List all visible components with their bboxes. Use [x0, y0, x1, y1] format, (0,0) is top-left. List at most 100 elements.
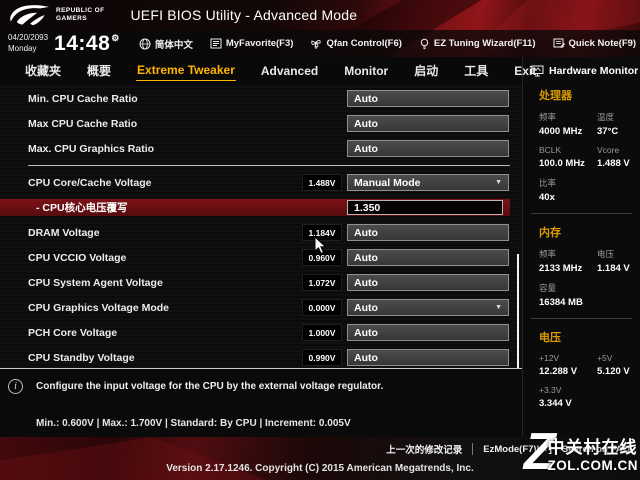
setting-value-box[interactable]: Auto	[347, 249, 509, 266]
monitor-field: +12V12.288 V	[539, 353, 597, 377]
title-bar: REPUBLIC OF GAMERS UEFI BIOS Utility - A…	[0, 0, 640, 30]
time-display[interactable]: 14:48⚙	[54, 32, 120, 56]
setting-label: PCH Core Voltage	[0, 327, 117, 339]
monitor-field: +5V5.120 V	[597, 353, 640, 377]
setting-row-cpu-system-agent-voltage[interactable]: CPU System Agent Voltage 1.072V Auto	[0, 274, 522, 291]
tab-tool[interactable]: 工具	[463, 59, 489, 82]
setting-dropdown[interactable]: Manual Mode▼	[347, 174, 509, 191]
qfan-icon	[310, 38, 322, 50]
setting-label: CPU Graphics Voltage Mode	[0, 302, 169, 314]
last-modified-link[interactable]: 上一次的修改记录	[386, 442, 462, 456]
voltage-override-input[interactable]: 1.350	[347, 200, 503, 215]
voltage-reading: 1.072V	[302, 274, 342, 291]
voltage-reading: 0.000V	[302, 299, 342, 316]
setting-label: CPU Core/Cache Voltage	[0, 177, 152, 189]
watermark-name: 中关村在线	[548, 433, 639, 458]
zol-watermark: Z 中关村在线 ZOL.COM.CN	[524, 432, 638, 474]
tab-monitor[interactable]: Monitor	[343, 61, 389, 81]
rog-logo-icon	[8, 2, 52, 28]
setting-label: DRAM Voltage	[0, 227, 100, 239]
chevron-down-icon: ▼	[495, 304, 502, 311]
setting-value-box[interactable]: Auto	[347, 140, 509, 157]
qfan-button[interactable]: Qfan Control(F6)	[310, 38, 401, 50]
globe-icon	[139, 38, 151, 50]
monitor-field: 比率40x	[539, 177, 597, 203]
setting-row-cpu-core-voltage-override[interactable]: - CPU核心电压覆写 1.350	[0, 199, 510, 216]
note-icon	[553, 38, 565, 49]
tab-favorites[interactable]: 收藏夹	[24, 59, 62, 82]
toolbar: 04/20/2093 Monday 14:48⚙ 简体中文 MyFavorite…	[0, 30, 640, 57]
tab-boot[interactable]: 启动	[413, 59, 439, 82]
language-button[interactable]: 简体中文	[139, 37, 193, 51]
monitor-field: 电压1.184 V	[597, 248, 640, 274]
section-divider	[28, 165, 510, 166]
monitor-field: 容量16384 MB	[539, 282, 597, 308]
page-title: UEFI BIOS Utility - Advanced Mode	[130, 7, 357, 23]
setting-value-box[interactable]: Auto	[347, 90, 509, 107]
chevron-down-icon: ▼	[495, 179, 502, 186]
setting-label: Min. CPU Cache Ratio	[0, 93, 138, 105]
setting-label: CPU System Agent Voltage	[0, 277, 163, 289]
setting-label: - CPU核心电压覆写	[0, 200, 128, 215]
help-description: Configure the input voltage for the CPU …	[36, 381, 383, 392]
quick-note-button[interactable]: Quick Note(F9)	[553, 38, 637, 49]
setting-value-box[interactable]: Auto	[347, 115, 509, 132]
info-icon: i	[8, 379, 23, 394]
setting-row-cpu-standby-voltage[interactable]: CPU Standby Voltage 0.990V Auto	[0, 349, 522, 366]
setting-row-min-cpu-cache-ratio[interactable]: Min. CPU Cache Ratio Auto	[0, 90, 522, 107]
setting-dropdown[interactable]: Auto▼	[347, 299, 509, 316]
mouse-cursor	[314, 236, 328, 256]
settings-list: Min. CPU Cache Ratio Auto Max CPU Cache …	[0, 84, 522, 368]
bios-screen: REPUBLIC OF GAMERS UEFI BIOS Utility - A…	[0, 0, 640, 480]
tab-extreme-tweaker[interactable]: Extreme Tweaker	[136, 60, 236, 81]
help-range: Min.: 0.600V | Max.: 1.700V | Standard: …	[36, 418, 351, 429]
setting-row-dram-voltage[interactable]: DRAM Voltage 1.184V Auto	[0, 224, 522, 241]
tab-main[interactable]: 概要	[86, 59, 112, 82]
section-title-voltage: 电压	[523, 319, 640, 347]
hardware-monitor-title: Hardware Monitor	[523, 57, 640, 77]
monitor-field: Vcore1.488 V	[597, 145, 640, 169]
myfavorite-button[interactable]: MyFavorite(F3)	[210, 38, 294, 49]
setting-value-box[interactable]: Auto	[347, 224, 509, 241]
help-panel: i Configure the input voltage for the CP…	[0, 368, 522, 437]
tab-advanced[interactable]: Advanced	[260, 61, 319, 81]
menu-tab-bar: 收藏夹 概要 Extreme Tweaker Advanced Monitor …	[0, 57, 522, 84]
date-display[interactable]: 04/20/2093 Monday	[8, 33, 48, 54]
monitor-field: 温度37°C	[597, 111, 640, 137]
setting-label: Max CPU Cache Ratio	[0, 118, 137, 130]
setting-value-box[interactable]: Auto	[347, 324, 509, 341]
setting-label: CPU Standby Voltage	[0, 352, 135, 364]
setting-row-max-cpu-cache-ratio[interactable]: Max CPU Cache Ratio Auto	[0, 115, 522, 132]
cpu-readouts: 频率4000 MHz 温度37°C BCLK100.0 MHz Vcore1.4…	[523, 105, 640, 203]
setting-row-cpu-graphics-voltage-mode[interactable]: CPU Graphics Voltage Mode 0.000V Auto▼	[0, 299, 522, 316]
setting-row-cpu-core-cache-voltage[interactable]: CPU Core/Cache Voltage 1.488V Manual Mod…	[0, 174, 522, 191]
brand-text: REPUBLIC OF GAMERS	[56, 7, 104, 23]
voltage-reading: 0.990V	[302, 349, 342, 366]
voltage-reading: 1.000V	[302, 324, 342, 341]
divider	[472, 443, 473, 455]
setting-row-max-cpu-graphics-ratio[interactable]: Max. CPU Graphics Ratio Auto	[0, 140, 522, 157]
setting-row-pch-core-voltage[interactable]: PCH Core Voltage 1.000V Auto	[0, 324, 522, 341]
setting-row-cpu-vccio-voltage[interactable]: CPU VCCIO Voltage 0.960V Auto	[0, 249, 522, 266]
setting-value-box[interactable]: Auto	[347, 349, 509, 366]
section-title-cpu: 处理器	[523, 77, 640, 105]
section-title-memory: 内存	[523, 214, 640, 242]
gear-icon[interactable]: ⚙	[111, 33, 120, 44]
monitor-field: +3.3V3.344 V	[539, 385, 597, 409]
monitor-field: BCLK100.0 MHz	[539, 145, 597, 169]
monitor-field: 频率4000 MHz	[539, 111, 597, 137]
watermark-site: ZOL.COM.CN	[548, 458, 639, 473]
memory-readouts: 频率2133 MHz 电压1.184 V 容量16384 MB	[523, 242, 640, 308]
tab-exit[interactable]: Exit	[513, 61, 537, 81]
myfavorite-icon	[210, 38, 222, 49]
voltage-readouts: +12V12.288 V +5V5.120 V +3.3V3.344 V	[523, 347, 640, 409]
monitor-field: 频率2133 MHz	[539, 248, 597, 274]
setting-label: CPU VCCIO Voltage	[0, 252, 126, 264]
voltage-reading: 1.488V	[302, 174, 342, 191]
bulb-icon	[419, 38, 430, 50]
ez-tuning-button[interactable]: EZ Tuning Wizard(F11)	[419, 38, 536, 50]
scrollbar[interactable]	[517, 254, 519, 372]
setting-label: Max. CPU Graphics Ratio	[0, 143, 154, 155]
setting-value-box[interactable]: Auto	[347, 274, 509, 291]
hardware-monitor-panel: Hardware Monitor 处理器 频率4000 MHz 温度37°C B…	[522, 57, 640, 437]
